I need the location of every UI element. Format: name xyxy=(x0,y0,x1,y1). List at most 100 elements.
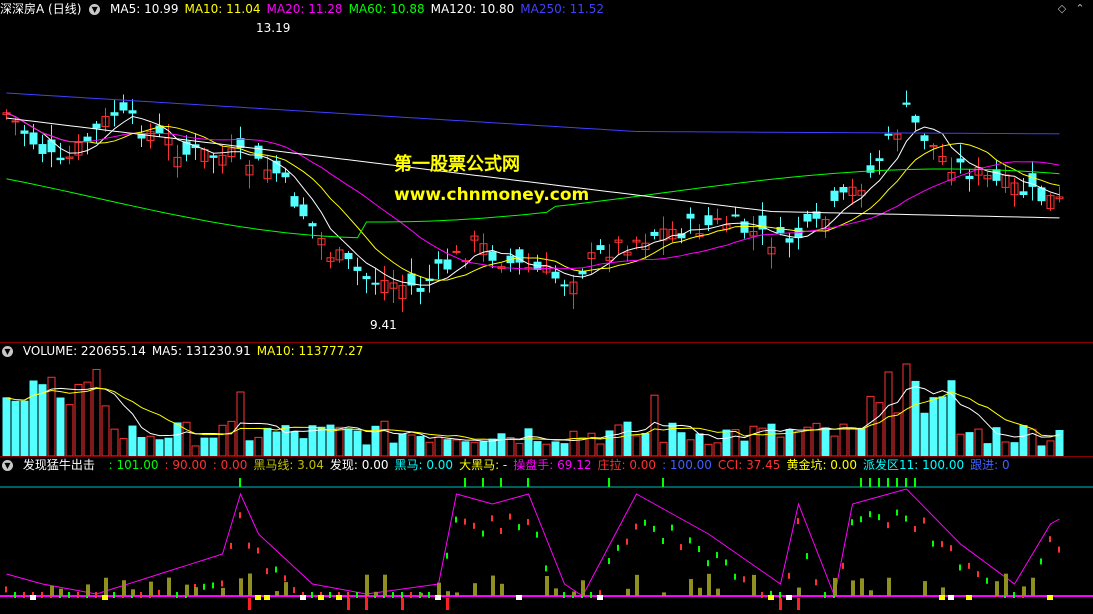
volume-bar xyxy=(740,440,749,456)
signal-dash xyxy=(446,552,448,559)
signal-dash xyxy=(617,544,619,551)
diamond-icon[interactable]: ◇ xyxy=(1056,3,1068,15)
candle-body xyxy=(290,196,299,207)
volume-bar xyxy=(929,397,938,456)
signal-dash xyxy=(932,540,934,547)
volume-bar xyxy=(1037,445,1046,456)
candle-body xyxy=(578,271,587,275)
gold-pit-bar xyxy=(365,574,369,596)
volume-panel-header: ▼ VOLUME: 220655.14 MA5: 131230.91 MA10: 1… xyxy=(0,343,375,360)
signal-marker xyxy=(264,595,270,600)
signal-dash xyxy=(527,519,529,526)
panel-collapse-icon[interactable]: ▼ xyxy=(2,346,13,357)
volume-bar xyxy=(902,363,911,456)
gold-pit-bar xyxy=(581,580,585,596)
volume-bar xyxy=(983,443,992,456)
signal-dash xyxy=(725,559,727,566)
candle-body xyxy=(596,245,605,250)
signal-dash xyxy=(140,592,142,598)
volume-bar xyxy=(578,437,587,456)
signal-dash xyxy=(356,592,358,598)
candle-body xyxy=(56,157,65,161)
volume-indicator-list: VOLUME: 220655.14 MA5: 131230.91 MA10: 113… xyxy=(23,344,370,358)
signal-chart xyxy=(0,478,1093,610)
signal-indicator: 操盘手: 69.12 xyxy=(513,458,592,472)
volume-bar xyxy=(542,443,551,456)
volume-bar xyxy=(119,438,128,456)
gold-pit-bar xyxy=(491,575,495,596)
gold-pit-bar xyxy=(662,592,666,596)
volume-bar xyxy=(857,427,866,456)
signal-dash xyxy=(959,564,961,571)
watermark-title: 第一股票公式网 xyxy=(394,154,520,175)
gold-pit-bar xyxy=(500,583,504,596)
signal-dash xyxy=(707,560,709,567)
volume-bar xyxy=(1001,441,1010,456)
candle-body xyxy=(38,144,47,154)
signal-dash xyxy=(716,552,718,559)
gold-pit-bar xyxy=(59,588,63,596)
candle-body xyxy=(353,266,362,271)
gold-pit-bar xyxy=(122,580,126,596)
candle-body xyxy=(839,187,848,193)
volume-bar xyxy=(182,421,191,456)
volume-bar xyxy=(263,427,272,456)
volume-bar xyxy=(281,425,290,456)
volume-bar xyxy=(11,400,20,456)
chevron-up-icon[interactable]: ⌃ xyxy=(1074,3,1086,15)
signal-dash xyxy=(509,513,511,520)
volume-bar xyxy=(299,438,308,456)
signal-dash xyxy=(1013,592,1015,598)
signal-dash xyxy=(761,592,763,598)
gold-pit-bar xyxy=(248,573,252,596)
volume-bar xyxy=(479,441,488,456)
signal-marker xyxy=(948,595,954,600)
signal-dash xyxy=(788,572,790,579)
volume-bar xyxy=(245,440,254,456)
candle-body xyxy=(452,250,461,253)
signal-dash xyxy=(230,542,232,549)
signal-dash xyxy=(95,592,97,598)
volume-bar xyxy=(164,437,173,456)
volume-bar xyxy=(830,435,839,456)
gold-pit-bar xyxy=(455,592,459,596)
price-indicator: MA20: 11.28 xyxy=(266,2,343,16)
signal-dash xyxy=(311,592,313,598)
volume-bar xyxy=(722,429,731,456)
red-signal-bar xyxy=(347,598,350,610)
signal-indicator: 黄金坑: 0.00 xyxy=(786,458,858,472)
volume-bar xyxy=(533,441,542,456)
signal-dash xyxy=(257,547,259,554)
gold-pit-bar xyxy=(716,588,720,596)
signal-marker xyxy=(435,595,441,600)
volume-bar xyxy=(848,427,857,456)
candle-body xyxy=(677,233,686,239)
volume-bar xyxy=(101,405,110,456)
gold-pit-bar xyxy=(941,587,945,596)
volume-bar xyxy=(407,434,416,456)
candle-body xyxy=(209,155,218,158)
signal-dash xyxy=(590,592,592,598)
signal-dash xyxy=(293,587,295,594)
signal-indicator: 派发区11: 100.00 xyxy=(863,458,965,472)
gold-pit-bar xyxy=(437,582,441,596)
panel-collapse-icon[interactable]: ▼ xyxy=(2,460,13,471)
signal-dash xyxy=(248,542,250,549)
gold-pit-bar xyxy=(635,574,639,596)
signal-dash xyxy=(401,592,403,598)
volume-indicator: VOLUME: 220655.14 xyxy=(22,344,146,358)
volume-bar xyxy=(317,426,326,456)
volume-bar xyxy=(920,412,929,456)
signal-dash xyxy=(473,522,475,529)
signal-marker xyxy=(966,595,972,600)
candle-body xyxy=(875,158,884,162)
gold-pit-bar xyxy=(374,591,378,596)
red-signal-bar xyxy=(248,598,251,610)
gold-pit-bar xyxy=(698,587,702,596)
volume-bar xyxy=(596,443,605,456)
signal-marker xyxy=(336,595,342,600)
volume-bar xyxy=(434,436,443,456)
volume-bar xyxy=(29,380,38,456)
panel-collapse-icon[interactable]: ▼ xyxy=(89,4,101,15)
signal-marker xyxy=(318,595,324,600)
